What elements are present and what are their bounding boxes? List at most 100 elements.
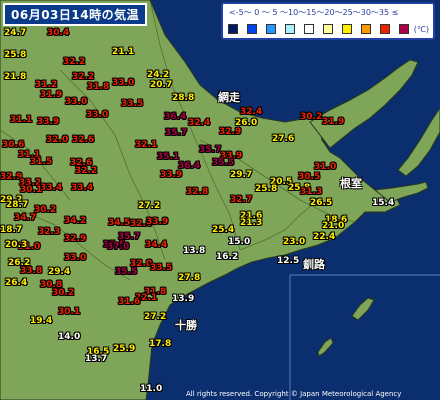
temperature-reading: 17.8 [149,339,172,349]
legend-swatch [342,24,352,34]
temperature-reading: 12.5 [277,256,300,266]
legend-swatch [247,24,257,34]
temperature-reading: 32.9 [64,234,87,244]
legend-tick-labels: <-5〜 0 〜 5 〜10〜15〜20〜25〜30〜35 ≤ [229,8,399,17]
temperature-reading: 32.8 [186,187,209,197]
temperature-reading: 26.5 [310,198,333,208]
temperature-reading: 35.1 [157,152,180,162]
legend-swatch [266,24,276,34]
temperature-reading: 35.5 [115,267,138,277]
legend-swatch [323,24,333,34]
temperature-reading: 13.8 [183,246,206,256]
temperature-reading: 35.7 [165,128,188,138]
copyright-notice: All rights reserved. Copyright © Japan M… [186,390,402,398]
temperature-reading: 15.0 [228,237,251,247]
temperature-reading: 31.9 [40,90,63,100]
temperature-reading: 33.0 [86,110,109,120]
temperature-reading: 32.9 [219,127,242,137]
temperature-reading: 29.7 [230,170,253,180]
temperature-reading: 32.6 [72,135,95,145]
legend-swatch [380,24,390,34]
temperature-reading: 31.9 [322,117,345,127]
legend-swatch [399,24,409,34]
temperature-reading: 30.1 [20,185,43,195]
temperature-reading: 33.9 [37,117,60,127]
temperature-reading: 35.5 [212,158,235,168]
temperature-reading: 31.2 [35,80,58,90]
legend-swatch [228,24,238,34]
temperature-reading: 33.4 [71,183,94,193]
place-label-abashiri: 網走 [218,91,240,104]
temperature-reading: 21.3 [240,218,263,228]
temperature-reading: 13.9 [172,294,195,304]
temperature-reading: 11.0 [140,384,163,394]
temperature-reading: 32.0 [46,135,69,145]
legend-swatch [285,24,295,34]
temperature-reading: 33.9 [160,170,183,180]
temperature-reading: 25.9 [113,344,136,354]
legend-color-boxes [228,24,434,36]
temperature-reading: 31.0 [314,162,337,172]
temperature-reading: 25.8 [4,50,27,60]
legend-unit: (℃) [413,25,429,34]
map-title: 06月03日14時の気温 [3,3,148,26]
temperature-reading: 33.4 [40,183,63,193]
temperature-reading: 25.4 [212,225,235,235]
temperature-reading: 32.7 [230,195,253,205]
temperature-reading: 18.7 [0,225,23,235]
temperature-reading: 30.2 [300,112,323,122]
temperature-reading: 31.8 [87,82,110,92]
temperature-reading: 37.0 [107,242,130,252]
temperature-reading: 27.8 [178,273,201,283]
temperature-reading: 34.7 [14,213,37,223]
temperature-reading: 31.3 [300,187,323,197]
temperature-reading: 21.8 [4,72,27,82]
temperature-reading: 20.7 [150,80,173,90]
temperature-reading: 32.4 [188,118,211,128]
temperature-reading: 33.0 [65,97,88,107]
temperature-reading: 23.0 [283,237,306,247]
temperature-reading: 32.2 [72,72,95,82]
temperature-reading: 32.1 [135,140,158,150]
temperature-reading: 26.2 [8,258,31,268]
temperature-reading: 34.2 [64,216,87,226]
temperature-reading: 25.8 [255,184,278,194]
temperature-reading: 34.5 [108,218,131,228]
temperature-map: 06月03日14時の気温 <-5〜 0 〜 5 〜10〜15〜20〜25〜30〜… [0,0,440,400]
temperature-reading: 30.1 [58,307,81,317]
temperature-reading: 27.6 [272,134,295,144]
temperature-reading: 32.2 [75,166,98,176]
place-label-nemuro: 根室 [340,177,362,190]
temperature-reading: 24.7 [4,28,27,38]
temperature-legend: <-5〜 0 〜 5 〜10〜15〜20〜25〜30〜35 ≤ (℃) [221,2,435,40]
temperature-reading: 29.4 [48,267,71,277]
temperature-reading: 30.2 [34,205,57,215]
temperature-reading: 32.3 [38,227,61,237]
temperature-reading: 33.0 [112,78,135,88]
temperature-reading: 30.2 [52,288,75,298]
temperature-reading: 33.0 [64,253,87,263]
legend-swatch [361,24,371,34]
legend-swatch [304,24,314,34]
temperature-reading: 31.1 [10,115,33,125]
place-label-tokachi: 十勝 [175,319,197,332]
temperature-reading: 34.4 [145,240,168,250]
temperature-reading: 36.4 [164,112,187,122]
temperature-reading: 28.8 [172,93,195,103]
temperature-reading: 16.2 [216,252,239,262]
temperature-reading: 33.9 [146,217,169,227]
temperature-reading: 35.7 [199,145,222,155]
temperature-reading: 31.5 [30,157,53,167]
temperature-reading: 32.2 [63,57,86,67]
temperature-reading: 15.4 [372,198,395,208]
temperature-reading: 33.5 [121,99,144,109]
temperature-reading: 24.2 [147,70,170,80]
temperature-reading: 21.0 [322,221,345,231]
temperature-reading: 14.0 [58,332,81,342]
temperature-reading: 13.7 [85,354,108,364]
place-label-kushiro: 釧路 [303,258,325,271]
temperature-reading: 33.5 [150,263,173,273]
temperature-reading: 20.3 [5,240,28,250]
temperature-reading: 30.4 [47,28,70,38]
temperature-reading: 19.4 [30,316,53,326]
